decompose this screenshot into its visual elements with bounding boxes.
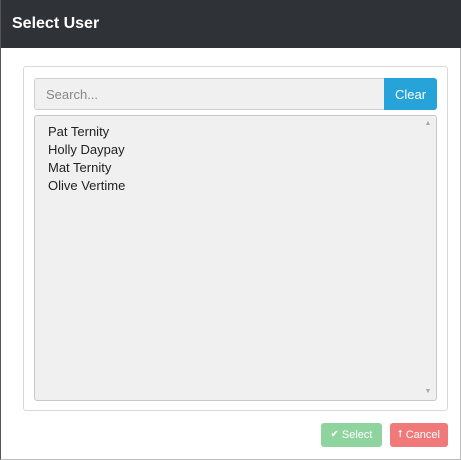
select-button-label: Select	[341, 429, 373, 441]
clear-button[interactable]: Clear	[384, 78, 437, 110]
scroll-up-icon[interactable]: ▲	[424, 120, 432, 128]
upload-arrow-icon: ⭡	[398, 429, 403, 440]
user-list: Pat Ternity Holly Daypay Mat Ternity Oli…	[35, 116, 436, 195]
list-item[interactable]: Olive Vertime	[48, 177, 436, 195]
list-item[interactable]: Mat Ternity	[48, 159, 436, 177]
select-user-dialog: Select User Clear Pat Ternity Holly Dayp…	[0, 0, 461, 460]
dialog-title: Select User	[1, 0, 461, 48]
cancel-button-label: Cancel	[405, 429, 440, 441]
user-picker-panel: Clear Pat Ternity Holly Daypay Mat Terni…	[23, 66, 448, 411]
checkmark-icon: ✔	[330, 429, 339, 440]
search-input[interactable]	[34, 78, 384, 110]
list-item[interactable]: Holly Daypay	[48, 141, 436, 159]
user-listbox[interactable]: Pat Ternity Holly Daypay Mat Ternity Oli…	[34, 115, 437, 401]
cancel-button[interactable]: ⭡ Cancel	[390, 423, 448, 447]
search-bar: Clear	[34, 78, 437, 110]
scroll-down-icon[interactable]: ▼	[424, 388, 432, 396]
list-item[interactable]: Pat Ternity	[48, 123, 436, 141]
select-button[interactable]: ✔ Select	[321, 423, 382, 447]
